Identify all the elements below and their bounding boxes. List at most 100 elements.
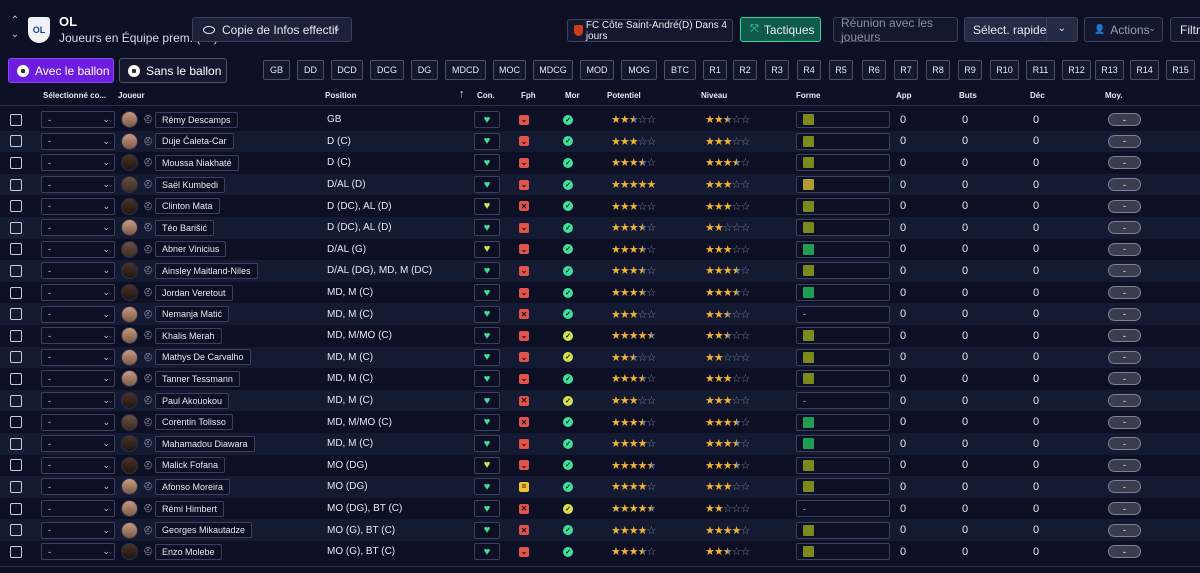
row-checkbox[interactable] <box>10 476 22 498</box>
column-condition[interactable]: Con. <box>477 91 495 100</box>
table-row[interactable]: - ⌄ ⛑ Khalis Merah MD, M/MO (C) ♥ ⌄ ✓ ★ ★ ★… <box>0 325 1200 347</box>
row-checkbox[interactable] <box>10 195 22 217</box>
row-checkbox[interactable] <box>10 217 22 239</box>
selection-dropdown[interactable]: - ⌄ <box>41 303 115 325</box>
chevron-down-icon[interactable]: ⌄ <box>1058 23 1066 34</box>
condition-indicator[interactable]: ♥ <box>474 476 500 498</box>
player-name[interactable]: Duje Ćaleta-Car <box>155 131 234 153</box>
position-filter-mod[interactable]: MOD <box>580 60 614 80</box>
collapse-chevrons-icon[interactable]: ⌃ ⌄ <box>9 14 21 42</box>
condition-indicator[interactable]: ♥ <box>474 217 500 239</box>
condition-indicator[interactable]: ♥ <box>474 347 500 369</box>
row-checkbox[interactable] <box>10 260 22 282</box>
condition-indicator[interactable]: ♥ <box>474 433 500 455</box>
condition-indicator[interactable]: ♥ <box>474 260 500 282</box>
player-name[interactable]: Malick Fofana <box>155 455 226 477</box>
position-filter-r1[interactable]: R1 <box>703 60 727 80</box>
tab-without-ball[interactable]: Sans le ballon <box>119 58 227 83</box>
player-name[interactable]: Moussa Niakhaté <box>155 152 239 174</box>
position-filter-dg[interactable]: DG <box>411 60 438 80</box>
table-row[interactable]: - ⌄ ⛑ Duje Ćaleta-Car D (C) ♥ ⌄ ✓ ★ ★ ★ ☆ ☆ ★… <box>0 130 1200 153</box>
position-filter-moc[interactable]: MOC <box>493 60 526 80</box>
actions-button[interactable]: 👤 Actions ⌄ <box>1084 17 1163 42</box>
condition-indicator[interactable]: ♥ <box>474 239 500 261</box>
row-checkbox[interactable] <box>10 433 22 455</box>
position-filter-dcd[interactable]: DCD <box>331 60 363 80</box>
condition-indicator[interactable]: ♥ <box>474 303 500 325</box>
row-checkbox[interactable] <box>10 152 22 174</box>
selection-dropdown[interactable]: - ⌄ <box>41 498 115 520</box>
position-filter-r9[interactable]: R9 <box>958 60 982 80</box>
table-row[interactable]: - ⌄ ⛑ Moussa Niakhaté D (C) ♥ ⌄ ✓ ★ ★ ★ ★ ☆ ★… <box>0 152 1200 174</box>
column-potential[interactable]: Potentiel <box>607 91 641 100</box>
table-row[interactable]: - ⌄ ⛑ Nemanja Matić MD, M (C) ♥ ✕ ✓ ★ ★ ★ ☆ ☆… <box>0 303 1200 325</box>
selection-dropdown[interactable]: - ⌄ <box>41 433 115 455</box>
table-row[interactable]: - ⌄ ⛑ Téo Barišić D (DC), AL (D) ♥ ⌄ ✓ ★ ★… <box>0 217 1200 239</box>
condition-indicator[interactable]: ♥ <box>474 174 500 196</box>
position-filter-dcg[interactable]: DCG <box>370 60 404 80</box>
table-row[interactable]: - ⌄ ⛑ Saël Kumbedi D/AL (D) ♥ ⌄ ✓ ★ ★ ★ ★ ★ ★… <box>0 173 1200 196</box>
player-name[interactable]: Clinton Mata <box>155 195 220 217</box>
sort-ascending-icon[interactable]: ↑ <box>459 88 465 100</box>
copy-squad-view-button[interactable]: Copie de Infos effectif ⌄ <box>192 17 352 42</box>
position-filter-gb[interactable]: GB <box>263 60 290 80</box>
selection-dropdown[interactable]: - ⌄ <box>41 476 115 498</box>
column-selected[interactable]: Sélectionné co... <box>43 91 106 100</box>
player-name[interactable]: Georges Mikautadze <box>155 519 253 541</box>
position-filter-mog[interactable]: MOG <box>621 60 657 80</box>
table-row[interactable]: - ⌄ ⛑ Georges Mikautadze MO (G), BT (C) ♥… <box>0 519 1200 541</box>
selection-dropdown[interactable]: - ⌄ <box>41 325 115 347</box>
selection-dropdown[interactable]: - ⌄ <box>41 174 115 196</box>
selection-dropdown[interactable]: - ⌄ <box>41 455 115 477</box>
condition-indicator[interactable]: ♥ <box>474 541 500 563</box>
player-name[interactable]: Mahamadou Diawara <box>155 433 255 455</box>
position-filter-btc[interactable]: BTC <box>664 60 696 80</box>
row-checkbox[interactable] <box>10 325 22 347</box>
table-row[interactable]: - ⌄ ⛑ Abner Vinicius D/AL (G) ♥ ⌄ ✓ ★ ★ ★ ★ ☆… <box>0 239 1200 261</box>
selection-dropdown[interactable]: - ⌄ <box>41 260 115 282</box>
column-position[interactable]: Position <box>325 91 357 100</box>
table-row[interactable]: - ⌄ ⛑ Enzo Molebe MO (G), BT (C) ♥ ⌄ ✓ ★ ★… <box>0 541 1200 563</box>
table-row[interactable]: - ⌄ ⛑ Afonso Moreira MO (DG) ♥ = ✓ ★ ★ ★ ★ ☆ … <box>0 476 1200 498</box>
condition-indicator[interactable]: ♥ <box>474 519 500 541</box>
player-name[interactable]: Mathys De Carvalho <box>155 347 251 369</box>
position-filter-r13[interactable]: R13 <box>1095 60 1124 80</box>
row-checkbox[interactable] <box>10 519 22 541</box>
table-row[interactable]: - ⌄ ⛑ Ainsley Maitland-Niles D/AL (DG), M… <box>0 260 1200 282</box>
player-name[interactable]: Téo Barišić <box>155 217 215 239</box>
condition-indicator[interactable]: ♥ <box>474 195 500 217</box>
condition-indicator[interactable]: ♥ <box>474 390 500 412</box>
column-fph[interactable]: Fph <box>521 91 536 100</box>
selection-dropdown[interactable]: - ⌄ <box>41 411 115 433</box>
player-name[interactable]: Tanner Tessmann <box>155 368 240 390</box>
table-row[interactable]: - ⌄ ⛑ Malick Fofana MO (DG) ♥ ⌄ ✓ ★ ★ ★ ★ ★ ★… <box>0 455 1200 477</box>
table-row[interactable]: - ⌄ ⛑ Tanner Tessmann MD, M (C) ♥ ⌄ ✓ ★ ★ ★… <box>0 368 1200 390</box>
table-row[interactable]: - ⌄ ⛑ Corentin Tolisso MD, M/MO (C) ♥ ✕ ✓… <box>0 411 1200 433</box>
selection-dropdown[interactable]: - ⌄ <box>41 282 115 304</box>
player-name[interactable]: Khalis Merah <box>155 325 222 347</box>
position-filter-r11[interactable]: R11 <box>1026 60 1055 80</box>
quick-select-button[interactable]: Sélect. rapide ⌄ <box>964 17 1078 42</box>
player-name[interactable]: Jordan Veretout <box>155 282 233 304</box>
row-checkbox[interactable] <box>10 109 22 131</box>
tab-with-ball[interactable]: Avec le ballon <box>8 58 114 83</box>
column-player[interactable]: Joueur <box>118 91 145 100</box>
row-checkbox[interactable] <box>10 131 22 153</box>
column-average-rating[interactable]: Moy. <box>1105 91 1123 100</box>
player-name[interactable]: Saël Kumbedi <box>155 174 226 196</box>
player-name[interactable]: Corentin Tolisso <box>155 411 233 433</box>
row-checkbox[interactable] <box>10 498 22 520</box>
row-checkbox[interactable] <box>10 390 22 412</box>
column-appearances[interactable]: App <box>896 91 912 100</box>
position-filter-r10[interactable]: R10 <box>990 60 1019 80</box>
selection-dropdown[interactable]: - ⌄ <box>41 152 115 174</box>
team-meeting-button[interactable]: Réunion avec les joueurs <box>833 16 958 44</box>
player-name[interactable]: Enzo Molebe <box>155 541 222 563</box>
position-filter-r8[interactable]: R8 <box>926 60 950 80</box>
position-filter-r2[interactable]: R2 <box>733 60 757 80</box>
column-level[interactable]: Niveau <box>701 91 727 100</box>
position-filter-r4[interactable]: R4 <box>797 60 821 80</box>
row-checkbox[interactable] <box>10 347 22 369</box>
row-checkbox[interactable] <box>10 541 22 563</box>
condition-indicator[interactable]: ♥ <box>474 131 500 153</box>
